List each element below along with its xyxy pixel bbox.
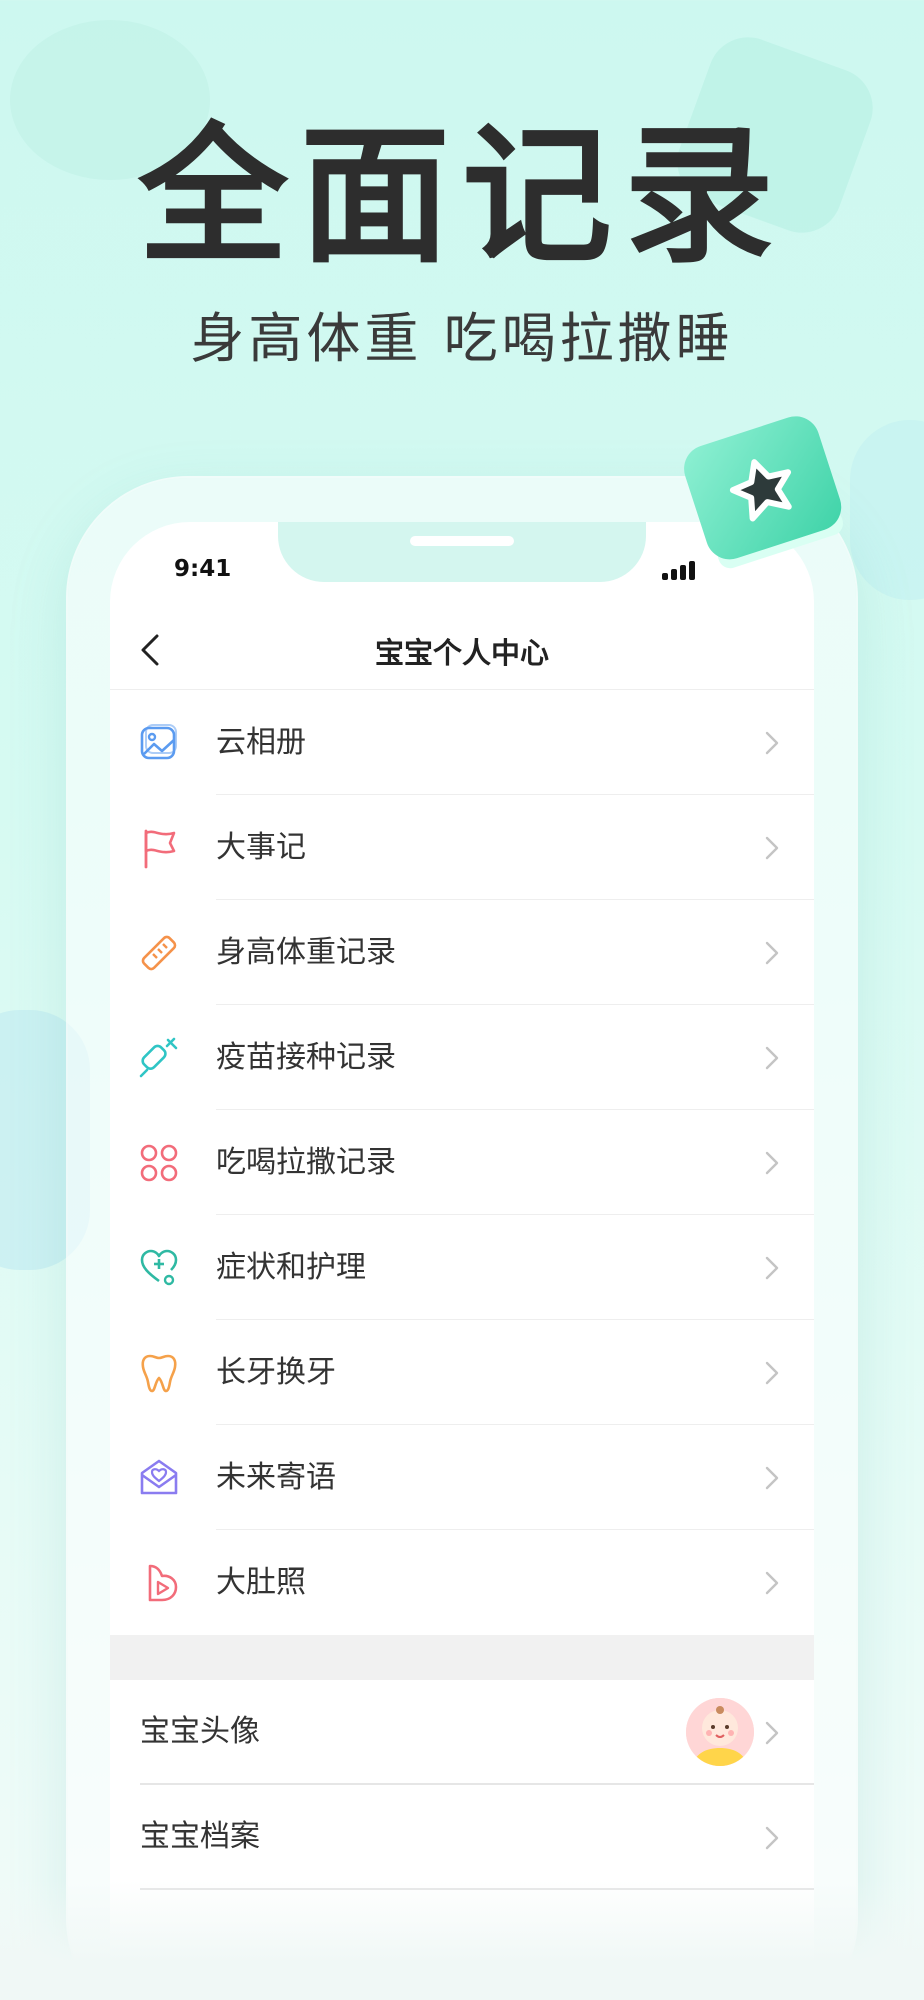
menu-item-height-weight[interactable]: 身高体重记录 xyxy=(110,900,814,1005)
phone-notch xyxy=(278,522,646,582)
menu-item-label: 未来寄语 xyxy=(216,1460,336,1495)
menu-item-label: 症状和护理 xyxy=(216,1250,366,1285)
chevron-right-icon xyxy=(765,836,779,860)
profile-list: 宝宝头像 宝宝档案 xyxy=(110,1680,814,1890)
chevron-right-icon xyxy=(765,1256,779,1280)
menu-item-label: 长牙换牙 xyxy=(216,1355,336,1390)
chevron-right-icon xyxy=(765,1361,779,1385)
chevron-right-icon xyxy=(765,1466,779,1490)
chevron-right-icon xyxy=(765,1826,779,1850)
menu-item-teething[interactable]: 长牙换牙 xyxy=(110,1320,814,1425)
menu-item-milestones[interactable]: 大事记 xyxy=(110,795,814,900)
heart-envelope-icon xyxy=(140,1459,178,1495)
section-separator xyxy=(110,1635,814,1680)
star-book-icon xyxy=(684,416,844,569)
chevron-right-icon xyxy=(765,1151,779,1175)
menu-item-label: 云相册 xyxy=(216,725,306,760)
menu-item-label: 疫苗接种记录 xyxy=(216,1040,396,1075)
menu-item-label: 吃喝拉撒记录 xyxy=(216,1145,396,1180)
chevron-right-icon xyxy=(765,1571,779,1595)
profile-item-baby-file[interactable]: 宝宝档案 xyxy=(110,1785,814,1890)
nav-bar: 宝宝个人中心 xyxy=(110,610,814,690)
menu-item-symptoms[interactable]: 症状和护理 xyxy=(110,1215,814,1320)
pregnant-play-icon xyxy=(148,1564,178,1602)
profile-item-label: 宝宝档案 xyxy=(140,1819,260,1854)
syringe-icon xyxy=(139,1037,178,1078)
photo-album-icon xyxy=(140,724,177,760)
flag-icon xyxy=(144,829,176,869)
page-title: 宝宝个人中心 xyxy=(374,636,549,670)
menu-item-vaccination[interactable]: 疫苗接种记录 xyxy=(110,1005,814,1110)
profile-item-avatar[interactable]: 宝宝头像 xyxy=(110,1680,814,1785)
menu-item-label: 身高体重记录 xyxy=(216,935,396,970)
menu-item-bump-photos[interactable]: 大肚照 xyxy=(110,1530,814,1635)
chevron-right-icon xyxy=(765,731,779,755)
hero-subtitle: 身高体重 吃喝拉撒睡 xyxy=(190,307,734,370)
phone-screen: 9:41 宝宝个人中心 云相册 大事记 身高体重记录 疫苗接种记录 吃喝拉撒记录… xyxy=(110,522,814,2000)
menu-item-future-letters[interactable]: 未来寄语 xyxy=(110,1425,814,1530)
phone-speaker xyxy=(410,536,514,546)
bottom-fade xyxy=(0,1880,924,2000)
chevron-right-icon xyxy=(765,941,779,965)
menu-item-label: 大肚照 xyxy=(216,1565,306,1600)
four-circles-icon xyxy=(140,1144,178,1182)
hero-title: 全面记录 xyxy=(137,110,786,284)
menu-item-label: 大事记 xyxy=(216,830,306,865)
status-time: 9:41 xyxy=(174,556,232,582)
menu-item-cloud-album[interactable]: 云相册 xyxy=(110,690,814,795)
chevron-right-icon xyxy=(765,1721,779,1745)
tooth-icon xyxy=(141,1354,177,1393)
heart-stethoscope-icon xyxy=(140,1249,178,1286)
avatar xyxy=(686,1698,754,1766)
menu-item-daily-care[interactable]: 吃喝拉撒记录 xyxy=(110,1110,814,1215)
record-menu-list: 云相册 大事记 身高体重记录 疫苗接种记录 吃喝拉撒记录 症状和护理 长牙换牙 … xyxy=(110,690,814,1635)
ruler-icon xyxy=(141,935,177,971)
profile-item-label: 宝宝头像 xyxy=(140,1714,260,1749)
chevron-right-icon xyxy=(765,1046,779,1070)
